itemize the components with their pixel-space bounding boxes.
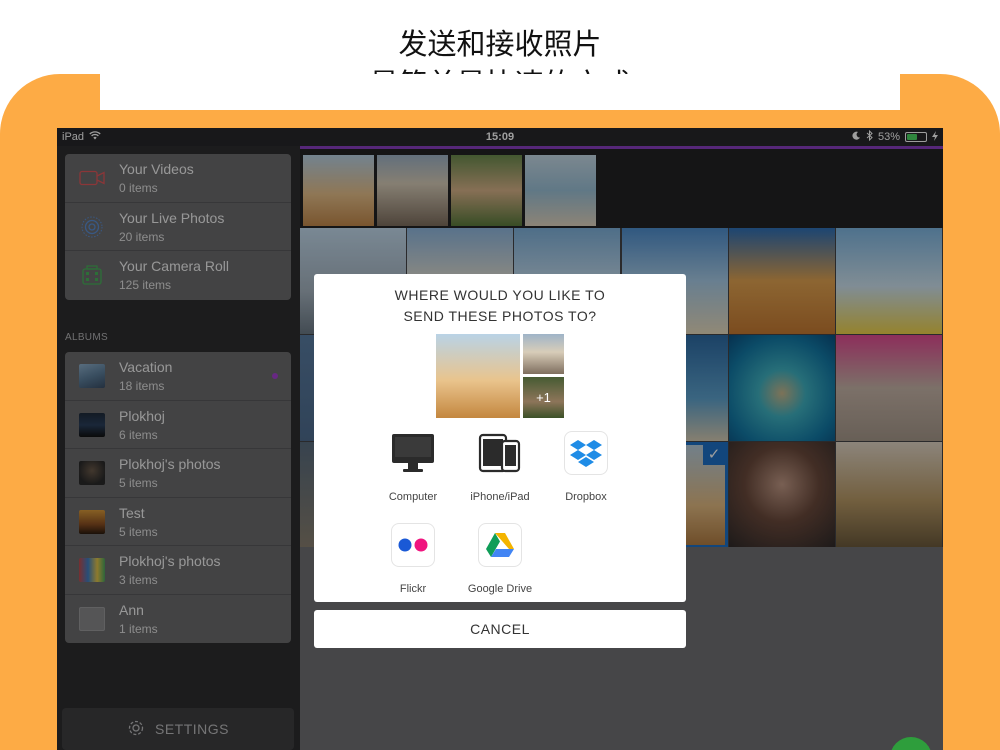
- promo-frame-notch: [100, 74, 900, 110]
- selected-photos-preview: +1: [436, 334, 564, 418]
- preview-photo: +1: [523, 377, 564, 418]
- target-google-drive[interactable]: Google Drive: [455, 523, 545, 595]
- target-iphone-ipad[interactable]: iPhone/iPad: [455, 431, 545, 503]
- target-label: Computer: [388, 491, 438, 503]
- target-label: Dropbox: [565, 491, 607, 503]
- target-computer[interactable]: Computer: [368, 431, 458, 503]
- target-flickr[interactable]: Flickr: [368, 523, 458, 595]
- target-label: Flickr: [399, 583, 427, 595]
- cancel-button[interactable]: CANCEL: [314, 610, 686, 648]
- computer-icon: [391, 431, 435, 475]
- flickr-icon: [391, 523, 435, 567]
- share-destination-dialog: WHERE WOULD YOU LIKE TO SEND THESE PHOTO…: [314, 274, 686, 602]
- more-photos-count: +1: [523, 377, 564, 418]
- dropbox-icon: [564, 431, 608, 475]
- target-dropbox[interactable]: Dropbox: [541, 431, 631, 503]
- dialog-title-line-1: WHERE WOULD YOU LIKE TO: [394, 287, 606, 303]
- google-drive-icon: [478, 523, 522, 567]
- dialog-title: WHERE WOULD YOU LIKE TO SEND THESE PHOTO…: [314, 285, 686, 327]
- preview-photo: [436, 334, 520, 418]
- dialog-title-line-2: SEND THESE PHOTOS TO?: [403, 308, 597, 324]
- target-label: Google Drive: [467, 583, 533, 595]
- target-label: iPhone/iPad: [470, 491, 530, 503]
- promo-line-1: 发送和接收照片: [398, 27, 602, 61]
- preview-photo: [523, 334, 564, 374]
- iphone-ipad-icon: [478, 431, 522, 475]
